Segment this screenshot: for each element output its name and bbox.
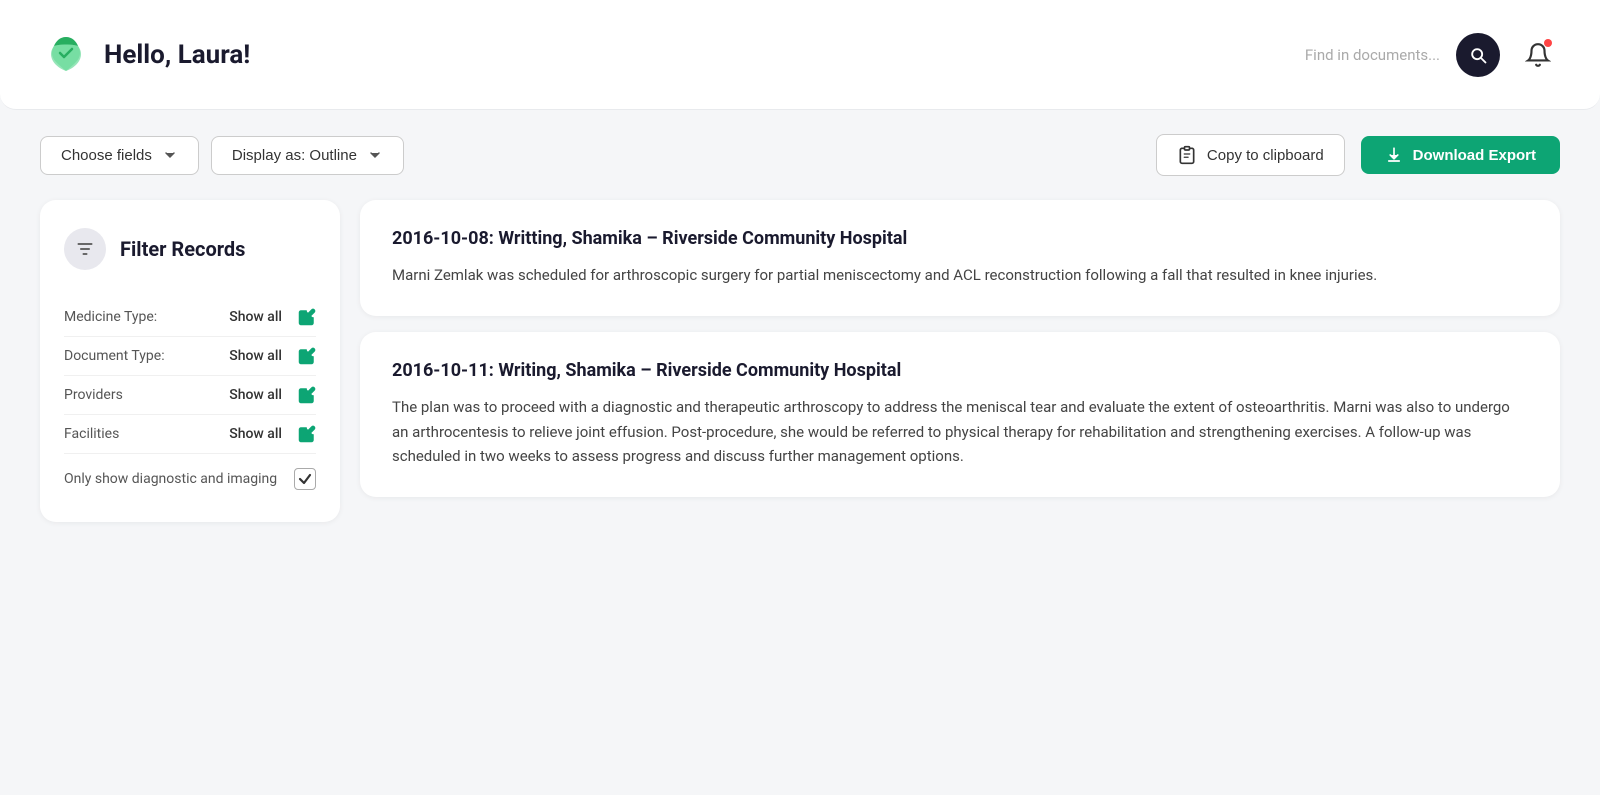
- search-placeholder-text: Find in documents...: [1305, 46, 1440, 64]
- filter-row-document: Document Type: Show all: [64, 337, 316, 376]
- record-body-2: The plan was to proceed with a diagnosti…: [392, 395, 1528, 469]
- filter-value-facilities: Show all: [229, 426, 282, 442]
- edit-icon-4: [298, 425, 316, 443]
- chevron-down-icon: [162, 147, 178, 163]
- filter-row-facilities: Facilities Show all: [64, 415, 316, 454]
- logo-icon: [40, 29, 92, 81]
- content-area: 2016-10-08: Writting, Shamika – Riversid…: [360, 200, 1560, 497]
- filter-label-medicine: Medicine Type:: [64, 309, 229, 325]
- edit-facilities-button[interactable]: [298, 425, 316, 443]
- edit-document-button[interactable]: [298, 347, 316, 365]
- edit-providers-button[interactable]: [298, 386, 316, 404]
- checkbox-label-diagnostic: Only show diagnostic and imaging: [64, 471, 294, 487]
- edit-medicine-button[interactable]: [298, 308, 316, 326]
- header: Hello, Laura! Find in documents...: [0, 0, 1600, 110]
- checkmark-icon: [298, 472, 312, 486]
- toolbar-inner: Choose fields Display as: Outline: [40, 136, 404, 175]
- notification-button[interactable]: [1516, 33, 1560, 77]
- filter-label-document: Document Type:: [64, 348, 229, 364]
- notification-badge: [1544, 39, 1552, 47]
- filter-icon-wrap: [64, 228, 106, 270]
- choose-fields-button[interactable]: Choose fields: [40, 136, 199, 175]
- filter-icon: [75, 239, 95, 259]
- filter-sidebar: Filter Records Medicine Type: Show all D…: [40, 200, 340, 522]
- header-right: Find in documents...: [1305, 33, 1560, 77]
- filter-label-providers: Providers: [64, 387, 229, 403]
- diagnostic-checkbox[interactable]: [294, 468, 316, 490]
- filter-value-medicine: Show all: [229, 309, 282, 325]
- edit-icon: [298, 308, 316, 326]
- header-greeting: Hello, Laura!: [104, 40, 250, 70]
- sidebar-title: Filter Records: [120, 237, 245, 261]
- copy-clipboard-button[interactable]: Copy to clipboard: [1156, 134, 1345, 176]
- record-card-2: 2016-10-11: Writing, Shamika – Riverside…: [360, 332, 1560, 497]
- search-icon: [1468, 45, 1488, 65]
- clipboard-icon: [1177, 145, 1197, 165]
- edit-icon-2: [298, 347, 316, 365]
- record-card-1: 2016-10-08: Writting, Shamika – Riversid…: [360, 200, 1560, 316]
- filter-label-facilities: Facilities: [64, 426, 229, 442]
- edit-icon-3: [298, 386, 316, 404]
- chevron-down-icon-2: [367, 147, 383, 163]
- logo-area: Hello, Laura!: [40, 29, 250, 81]
- record-body-1: Marni Zemlak was scheduled for arthrosco…: [392, 263, 1528, 288]
- checkbox-row-diagnostic: Only show diagnostic and imaging: [64, 454, 316, 494]
- filter-row-providers: Providers Show all: [64, 376, 316, 415]
- sidebar-header: Filter Records: [64, 228, 316, 270]
- filter-value-document: Show all: [229, 348, 282, 364]
- display-as-button[interactable]: Display as: Outline: [211, 136, 404, 175]
- record-title-1: 2016-10-08: Writting, Shamika – Riversid…: [392, 228, 1528, 249]
- toolbar-row: Choose fields Display as: Outline Copy t…: [0, 110, 1600, 200]
- search-container: Find in documents...: [1305, 46, 1440, 64]
- download-export-button[interactable]: Download Export: [1361, 136, 1560, 174]
- record-title-2: 2016-10-11: Writing, Shamika – Riverside…: [392, 360, 1528, 381]
- search-button[interactable]: [1456, 33, 1500, 77]
- filter-value-providers: Show all: [229, 387, 282, 403]
- main-layout: Filter Records Medicine Type: Show all D…: [0, 200, 1600, 562]
- download-icon: [1385, 146, 1403, 164]
- filter-row-medicine: Medicine Type: Show all: [64, 298, 316, 337]
